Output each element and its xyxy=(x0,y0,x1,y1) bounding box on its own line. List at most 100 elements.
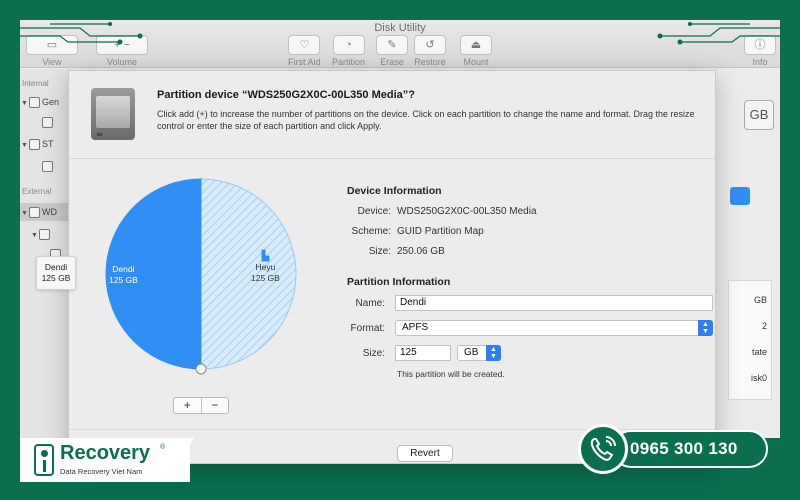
size-unit-select[interactable]: GB ▲ ▼ xyxy=(457,345,501,361)
registered-mark: ® xyxy=(160,444,166,451)
device-info-title: Device Information xyxy=(347,185,442,197)
partition-size-input[interactable]: 125 xyxy=(395,345,451,361)
disclosure-triangle-icon[interactable]: ▼ xyxy=(30,227,39,243)
container-icon xyxy=(39,229,50,241)
partition-note: This partition will be created. xyxy=(397,369,505,379)
device-label: Device: xyxy=(357,206,391,217)
scheme-value: GUID Partition Map xyxy=(397,226,484,237)
sidebar-item-volume[interactable] xyxy=(20,157,70,175)
partition-tooltip: Dendi 125 GB xyxy=(36,256,76,290)
hard-drive-icon xyxy=(91,88,135,140)
restore-icon: ↺ xyxy=(414,35,446,55)
dialog-title: Partition device “WDS250G2X0C-00L350 Med… xyxy=(157,89,415,101)
tooltip-name: Dendi xyxy=(44,262,68,272)
mount-button[interactable]: ⏏ Mount xyxy=(460,35,492,67)
view-label: View xyxy=(42,57,62,67)
eject-icon: ⏏ xyxy=(460,35,492,55)
brand-panel-slant xyxy=(168,438,194,482)
capacity-peek: GB xyxy=(744,100,774,130)
slice-name: Heyu xyxy=(255,262,276,272)
chevron-updown-icon: ▲ ▼ xyxy=(486,345,501,361)
size-label: Size: xyxy=(368,246,391,257)
dialog-header: Partition device “WDS250G2X0C-00L350 Med… xyxy=(69,71,715,159)
name-label: Name: xyxy=(355,298,385,309)
peek-cell: isk0 xyxy=(750,373,767,383)
sidebar-item-disk[interactable]: ▼ ST xyxy=(20,135,70,153)
volume-icon xyxy=(42,161,53,173)
stethoscope-icon: ♡ xyxy=(288,35,321,55)
mount-label: Mount xyxy=(463,57,489,67)
add-partition-button[interactable]: + xyxy=(174,398,202,413)
revert-button[interactable]: Revert xyxy=(397,445,453,462)
sidebar-item-label: ST xyxy=(42,139,54,149)
sidebar: Internal ▼ Gen ▼ ST External ▼ WD ▼ xyxy=(20,69,70,438)
phone-icon[interactable] xyxy=(578,424,628,474)
scheme-label: Scheme: xyxy=(351,226,391,237)
sidebar-item-external-disk[interactable]: ▼ WD xyxy=(20,203,70,221)
peek-cell: GB xyxy=(753,295,767,305)
first-aid-label: First Aid xyxy=(288,57,321,67)
disclosure-triangle-icon[interactable]: ▼ xyxy=(20,137,29,153)
partition-icon: ▙ xyxy=(261,251,270,262)
sidebar-item-disk[interactable]: ▼ Gen xyxy=(20,93,70,111)
device-value: WDS250G2X0C-00L350 Media xyxy=(397,206,537,217)
scheme-row: Scheme: GUID Partition Map xyxy=(352,226,484,237)
partition-label: Partition xyxy=(332,57,366,67)
peek-cell: 2 xyxy=(761,321,767,331)
disk-icon xyxy=(29,207,40,219)
size-unit-value: GB xyxy=(464,347,479,358)
chevron-updown-icon: ▲ ▼ xyxy=(698,320,713,336)
size-row: Size: 250.06 GB xyxy=(369,246,445,257)
erase-icon: ✎ xyxy=(376,35,408,55)
disk-icon xyxy=(29,97,40,109)
erase-button[interactable]: ✎ Erase xyxy=(376,35,408,67)
device-row: Device: WDS250G2X0C-00L350 Media xyxy=(358,206,537,217)
volume-label: Volume xyxy=(106,57,138,67)
disclosure-triangle-icon[interactable]: ▼ xyxy=(20,205,29,221)
partition-info-title: Partition Information xyxy=(347,276,451,288)
restore-button[interactable]: ↺ Restore xyxy=(414,35,446,67)
restore-label: Restore xyxy=(414,57,446,67)
partition-button[interactable]: ◔ Partition xyxy=(332,35,365,67)
format-label: Format: xyxy=(350,323,385,334)
sidebar-item-volume[interactable] xyxy=(20,113,70,131)
sidebar-item-container[interactable]: ▼ xyxy=(20,225,70,243)
brand-subtitle: Data Recovery Viet Nam xyxy=(60,467,143,476)
first-aid-button[interactable]: ♡ First Aid xyxy=(288,35,321,67)
disk-icon xyxy=(29,139,40,151)
circuit-decoration-right xyxy=(657,22,780,45)
usage-bar-peek xyxy=(730,187,750,205)
recovery-logo-icon xyxy=(34,444,54,476)
brand-name: Recovery xyxy=(60,442,151,464)
pie-label-dendi: Dendi 125 GB xyxy=(109,264,138,286)
slice-size: 125 GB xyxy=(251,273,280,283)
tooltip-size: 125 GB xyxy=(41,273,71,283)
format-select[interactable]: APFS ▲ ▼ xyxy=(395,320,713,336)
erase-label: Erase xyxy=(380,57,404,67)
sidebar-item-label: Gen xyxy=(42,97,60,107)
pie-label-heyu: ▙ Heyu 125 GB xyxy=(251,251,280,284)
volume-icon xyxy=(42,117,53,129)
pie-slice-heyu[interactable] xyxy=(200,178,297,370)
psize-label: Size: xyxy=(362,348,385,359)
phone-number[interactable]: 0965 300 130 xyxy=(630,439,738,459)
info-table-peek: GB 2 tate isk0 xyxy=(728,280,772,400)
partition-add-remove: + − xyxy=(173,397,229,414)
sidebar-section-external: External xyxy=(22,187,52,196)
sidebar-section-internal: Internal xyxy=(22,79,49,88)
info-label: Info xyxy=(752,57,768,67)
format-value: APFS xyxy=(402,322,429,333)
circuit-decoration-left xyxy=(20,22,143,45)
remove-partition-button[interactable]: − xyxy=(202,398,229,413)
disclosure-triangle-icon[interactable]: ▼ xyxy=(20,95,29,111)
peek-cell: tate xyxy=(751,347,767,357)
dialog-description: Click add (+) to increase the number of … xyxy=(157,109,695,131)
slice-name: Dendi xyxy=(112,264,135,274)
resize-handle[interactable] xyxy=(195,363,207,375)
partition-name-input[interactable]: Dendi xyxy=(395,295,713,311)
sidebar-item-label: WD xyxy=(42,207,57,217)
size-value: 250.06 GB xyxy=(397,246,445,257)
slice-size: 125 GB xyxy=(109,275,138,285)
partition-icon: ◔ xyxy=(332,35,365,55)
partition-dialog: Partition device “WDS250G2X0C-00L350 Med… xyxy=(68,70,716,464)
